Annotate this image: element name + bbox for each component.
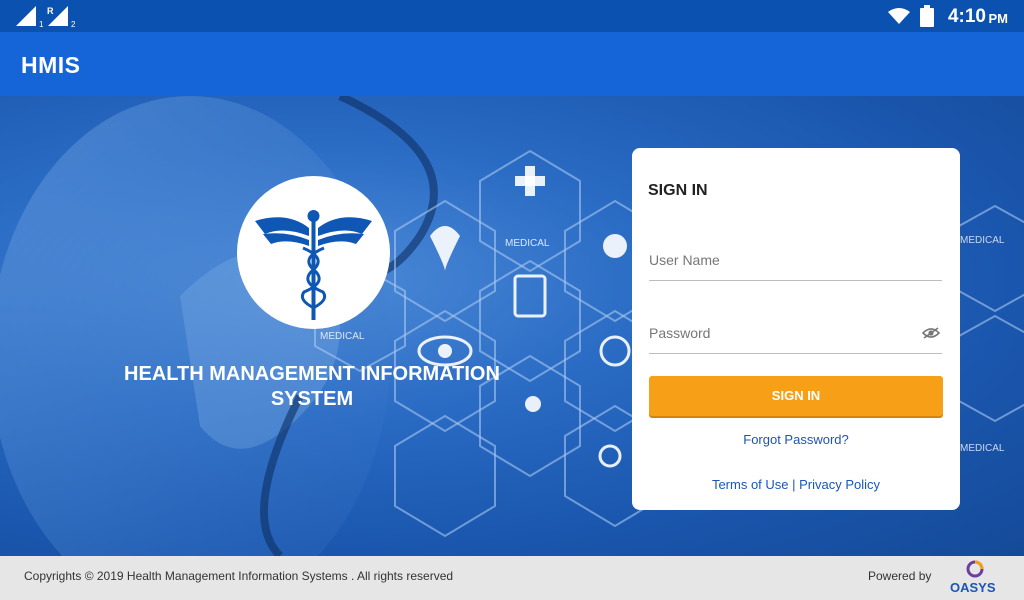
status-bar: 1 R 2 4:10 PM: [0, 0, 1024, 32]
hex-label-3: MEDICAL: [960, 235, 1005, 246]
signal-icons: 1 R 2: [16, 6, 76, 28]
signin-button[interactable]: SIGN IN: [649, 376, 943, 416]
password-placeholder: Password: [649, 325, 711, 341]
battery-icon: [920, 5, 934, 27]
hero-title: HEALTH MANAGEMENT INFORMATION SYSTEM: [124, 363, 500, 410]
powered-by-label: Powered by: [868, 569, 932, 583]
signin-card: SIGN IN User Name Password SIGN IN Forgo…: [632, 148, 960, 510]
signin-heading: SIGN IN: [648, 182, 708, 199]
username-field[interactable]: User Name: [649, 238, 942, 281]
hex-label-1: MEDICAL: [505, 238, 550, 249]
app-bar: HMIS: [0, 32, 1024, 96]
sim2-label: 2: [71, 20, 76, 28]
username-placeholder: User Name: [649, 252, 720, 268]
footer: Copyrights © 2019 Health Management Info…: [0, 556, 1024, 600]
hex-label-4: MEDICAL: [960, 443, 1005, 454]
hex-label-2: MEDICAL: [320, 331, 365, 342]
oasys-logo-icon: [966, 560, 984, 578]
roaming-label: R: [47, 6, 54, 16]
clock-ampm: PM: [988, 11, 1009, 26]
app-title: HMIS: [21, 52, 81, 78]
sim1-label: 1: [39, 20, 44, 28]
caduceus-icon: [255, 210, 372, 320]
legal-separator: |: [788, 477, 800, 492]
caduceus-logo: [237, 176, 390, 329]
clock-time: 4:10: [947, 6, 986, 27]
eye-hidden-icon[interactable]: [922, 327, 940, 339]
legal-links: Terms of Use | Privacy Policy: [632, 477, 960, 492]
forgot-password-link[interactable]: Forgot Password?: [632, 432, 960, 447]
copyright-text: Copyrights © 2019 Health Management Info…: [24, 569, 454, 583]
password-field[interactable]: Password: [649, 311, 942, 354]
terms-of-use-link[interactable]: Terms of Use: [712, 477, 789, 492]
oasys-brand: OASYS: [950, 580, 996, 595]
privacy-policy-link[interactable]: Privacy Policy: [799, 477, 880, 492]
wifi-icon: [888, 8, 910, 24]
